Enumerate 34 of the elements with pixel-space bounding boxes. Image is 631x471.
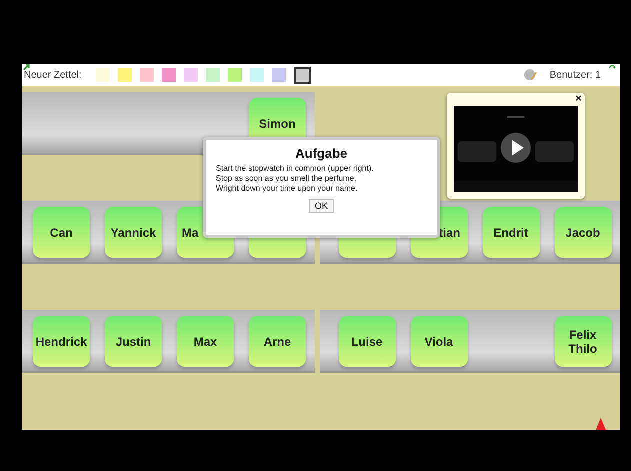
refresh-icon[interactable] xyxy=(609,65,616,72)
play-button[interactable] xyxy=(501,133,531,163)
name-card[interactable]: Viola xyxy=(410,316,468,367)
dialog-text: Wright down your time upon your name. xyxy=(216,184,359,194)
dialog-title: Aufgabe xyxy=(294,146,348,161)
name-card[interactable]: Hendrick xyxy=(33,316,90,367)
add-note-icon[interactable] xyxy=(23,64,31,72)
name-card[interactable]: Luise xyxy=(338,316,396,367)
color-swatch[interactable] xyxy=(228,68,242,82)
name-card[interactable]: Jacob xyxy=(554,207,612,258)
color-swatch[interactable] xyxy=(184,68,198,82)
user-count: Benutzer: 1 xyxy=(550,70,601,80)
color-swatch[interactable] xyxy=(96,68,110,82)
color-swatch[interactable] xyxy=(162,68,176,82)
dialog-text: Stop as soon as you smell the perfume. xyxy=(216,174,358,184)
color-swatch[interactable] xyxy=(206,68,220,82)
dialog-text: Start the stopwatch in common (upper right). xyxy=(216,164,375,174)
name-card[interactable]: Justin xyxy=(105,316,162,367)
name-card[interactable]: Yannick xyxy=(105,207,162,258)
name-card[interactable]: Endrit xyxy=(482,207,540,258)
triangle-icon xyxy=(596,418,606,430)
close-button[interactable]: × xyxy=(576,93,582,105)
color-swatch[interactable] xyxy=(140,68,154,82)
name-card[interactable]: Felix Thilo xyxy=(554,316,612,367)
palette-icon[interactable] xyxy=(524,68,538,82)
color-swatch[interactable] xyxy=(272,68,286,82)
color-swatch[interactable] xyxy=(294,66,311,84)
color-swatch[interactable] xyxy=(118,68,132,82)
name-card[interactable]: Arne xyxy=(249,316,306,367)
ok-button[interactable]: OK xyxy=(308,199,334,213)
color-swatch[interactable] xyxy=(250,68,264,82)
name-card[interactable]: Can xyxy=(33,207,90,258)
new-note-label: Neuer Zettel: xyxy=(24,70,82,80)
name-card[interactable]: Max xyxy=(177,316,234,367)
